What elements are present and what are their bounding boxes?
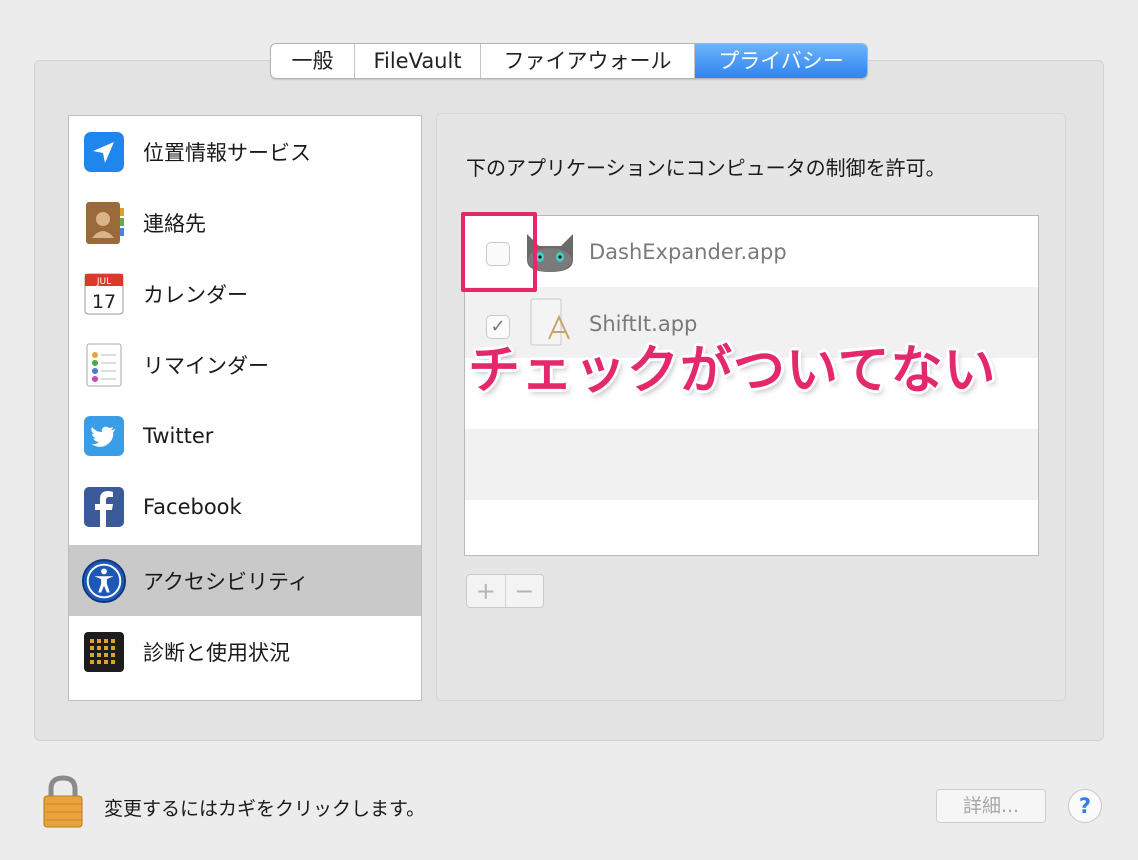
sidebar-item-reminders[interactable]: リマインダー — [69, 329, 421, 400]
calendar-icon: JUL 17 — [81, 271, 127, 317]
app-row-dashexpander[interactable]: DashExpander.app — [465, 216, 1038, 287]
tab-firewall[interactable]: ファイアウォール — [481, 44, 695, 78]
facebook-f-icon — [81, 484, 127, 530]
pane-description: 下のアプリケーションにコンピュータの制御を許可。 — [466, 156, 946, 180]
annotation-highlight-box — [461, 212, 537, 292]
tab-privacy[interactable]: プライバシー — [695, 44, 867, 78]
sidebar-item-diagnostics[interactable]: 診断と使用状況 — [69, 616, 421, 687]
contacts-book-icon — [81, 200, 127, 246]
sidebar-item-accessibility[interactable]: アクセシビリティ — [69, 545, 421, 616]
privacy-category-list: 位置情報サービス 連絡先 JUL 17 カレンダー リマインダー Twitter… — [68, 115, 422, 701]
sidebar-item-calendar[interactable]: JUL 17 カレンダー — [69, 258, 421, 329]
remove-app-button[interactable]: − — [506, 575, 544, 607]
accessibility-person-icon — [81, 558, 127, 604]
tab-general[interactable]: 一般 — [271, 44, 355, 78]
security-privacy-window: 一般 FileVault ファイアウォール プライバシー 位置情報サービス 連絡… — [0, 0, 1138, 860]
help-button[interactable]: ? — [1068, 789, 1102, 823]
location-arrow-icon — [81, 129, 127, 175]
svg-text:17: 17 — [92, 291, 116, 313]
sidebar-item-location-services[interactable]: 位置情報サービス — [69, 116, 421, 187]
sidebar-item-facebook[interactable]: Facebook — [69, 471, 421, 542]
lock-icon[interactable] — [42, 775, 84, 829]
sidebar-item-label: リマインダー — [143, 353, 269, 378]
diagnostics-grid-icon — [81, 629, 127, 675]
sidebar-item-label: Twitter — [143, 423, 214, 448]
sidebar-item-twitter[interactable]: Twitter — [69, 400, 421, 471]
annotation-text: チェックがついてない — [468, 341, 997, 401]
sidebar-item-label: 連絡先 — [143, 211, 206, 236]
lock-instruction: 変更するにはカギをクリックします。 — [104, 798, 426, 820]
app-row-empty — [465, 500, 1038, 555]
add-app-button[interactable]: + — [467, 575, 506, 607]
svg-text:JUL: JUL — [96, 277, 111, 287]
app-row-empty — [465, 429, 1038, 500]
tab-bar: 一般 FileVault ファイアウォール プライバシー — [270, 43, 868, 79]
details-button[interactable]: 詳細... — [936, 789, 1046, 823]
app-name: DashExpander.app — [589, 240, 787, 264]
tab-filevault[interactable]: FileVault — [355, 44, 481, 78]
twitter-bird-icon — [81, 413, 127, 459]
sidebar-item-label: Facebook — [143, 494, 242, 519]
sidebar-item-contacts[interactable]: 連絡先 — [69, 187, 421, 258]
sidebar-item-label: アクセシビリティ — [143, 569, 309, 594]
sidebar-item-label: 位置情報サービス — [143, 140, 311, 165]
sidebar-item-label: 診断と使用状況 — [143, 640, 290, 665]
reminders-list-icon — [81, 342, 127, 388]
sidebar-item-label: カレンダー — [143, 282, 248, 307]
add-remove-control: + − — [466, 574, 544, 608]
